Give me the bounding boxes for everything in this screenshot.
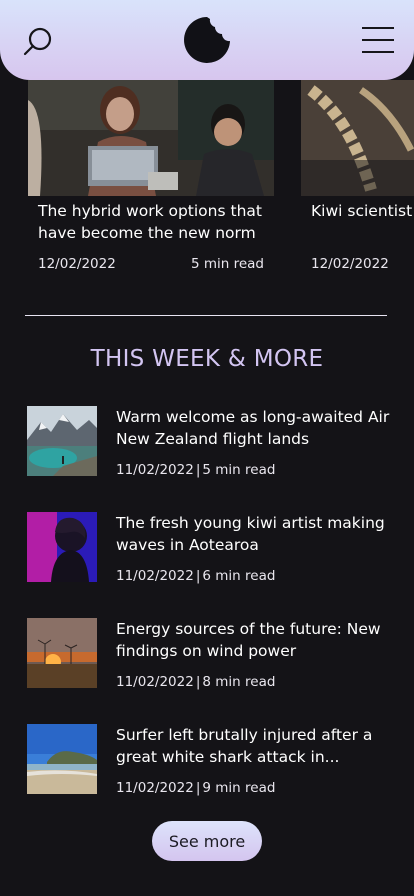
article-image[interactable] xyxy=(28,80,274,196)
article-title[interactable]: The fresh young kiwi artist making waves… xyxy=(116,512,396,556)
article-date: 12/02/2022 xyxy=(311,256,389,272)
divider xyxy=(25,315,387,316)
article-read-time: 5 min read xyxy=(202,462,276,478)
article-title[interactable]: Warm welcome as long-awaited Air New Zea… xyxy=(116,406,396,450)
meta-separator: | xyxy=(195,780,201,796)
bitten-moon-logo-icon[interactable] xyxy=(182,16,232,64)
meta-separator: | xyxy=(195,568,201,584)
article-date: 11/02/2022 xyxy=(116,674,194,690)
see-more-button[interactable]: See more xyxy=(152,821,262,861)
article-read-time: 6 min read xyxy=(202,568,276,584)
article-meta: 11/02/2022 | 5 min read xyxy=(116,462,275,478)
top-nav-bar xyxy=(0,0,414,80)
meta-separator: | xyxy=(195,462,201,478)
article-read-time: 8 min read xyxy=(202,674,276,690)
list-item[interactable]: Warm welcome as long-awaited Air New Zea… xyxy=(27,406,397,482)
article-meta: 11/02/2022 | 8 min read xyxy=(116,674,275,690)
hamburger-menu-icon[interactable] xyxy=(360,24,396,56)
list-item[interactable]: The fresh young kiwi artist making waves… xyxy=(27,512,397,588)
article-read-time: 9 min read xyxy=(202,780,276,796)
article-date: 12/02/2022 xyxy=(38,256,116,272)
article-image[interactable] xyxy=(301,80,414,196)
article-title[interactable]: Surfer left brutally injured after a gre… xyxy=(116,724,396,768)
article-meta: 11/02/2022 | 9 min read xyxy=(116,780,275,796)
article-thumbnail[interactable] xyxy=(27,406,97,476)
article-meta: 11/02/2022 | 6 min read xyxy=(116,568,275,584)
article-thumbnail[interactable] xyxy=(27,724,97,794)
meta-separator: | xyxy=(195,674,201,690)
list-item[interactable]: Energy sources of the future: New findin… xyxy=(27,618,397,694)
article-thumbnail[interactable] xyxy=(27,512,97,582)
article-title[interactable]: Kiwi scientist year old preh xyxy=(311,200,414,222)
list-item[interactable]: Surfer left brutally injured after a gre… xyxy=(27,724,397,800)
article-date: 11/02/2022 xyxy=(116,462,194,478)
article-read-time: 5 min read xyxy=(190,256,264,272)
article-title[interactable]: The hybrid work options that have become… xyxy=(38,200,270,244)
search-icon[interactable] xyxy=(22,24,56,58)
article-date: 11/02/2022 xyxy=(116,780,194,796)
page: The hybrid work options that have become… xyxy=(0,0,414,896)
article-date: 11/02/2022 xyxy=(116,568,194,584)
section-title: THIS WEEK & MORE xyxy=(90,346,324,372)
article-thumbnail[interactable] xyxy=(27,618,97,688)
article-title[interactable]: Energy sources of the future: New findin… xyxy=(116,618,396,662)
